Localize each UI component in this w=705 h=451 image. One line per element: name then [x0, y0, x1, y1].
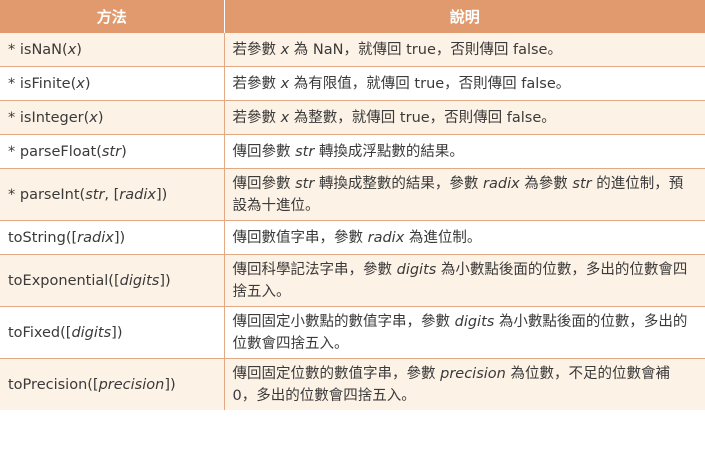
description-cell: 傳回固定位數的數值字串，參數 precision 為位數，不足的位數會補 0，多… — [224, 358, 705, 410]
header-description: 說明 — [224, 0, 705, 33]
param-name: x — [67, 41, 77, 58]
description-cell: 若參數 x 為 NaN，就傳回 true，否則傳回 false。 — [224, 33, 705, 67]
text-segment: 為 NaN，就傳回 true，否則傳回 false。 — [289, 41, 562, 58]
text-segment: * isInteger( — [8, 109, 90, 126]
text-segment: ]) — [159, 272, 171, 289]
text-segment: ) — [97, 109, 104, 126]
text-segment: 為有限值，就傳回 true，否則傳回 false。 — [289, 75, 571, 92]
param-name: str — [85, 186, 105, 203]
text-segment: 為進位制。 — [404, 229, 482, 246]
text-segment: 傳回參數 — [232, 175, 296, 192]
text-segment: 若參數 — [232, 75, 281, 92]
text-segment: * isFinite( — [8, 75, 77, 92]
methods-table: 方法 說明 * isNaN(x) 若參數 x 為 NaN，就傳回 true，否則… — [0, 0, 705, 410]
param-name: digits — [71, 324, 112, 341]
method-cell: * parseFloat(str) — [0, 134, 225, 169]
description-cell: 傳回參數 str 轉換成浮點數的結果。 — [224, 134, 705, 169]
header-method: 方法 — [0, 0, 225, 33]
description-cell: 傳回參數 str 轉換成整數的結果，參數 radix 為參數 str 的進位制，… — [224, 168, 705, 221]
method-cell: * parseInt(str, [radix]) — [0, 168, 225, 221]
table-row: * isInteger(x) 若參數 x 為整數，就傳回 true，否則傳回 f… — [0, 100, 705, 135]
text-segment: 轉換成整數的結果，參數 — [314, 175, 484, 192]
text-segment: ) — [76, 41, 82, 58]
text-segment: * parseInt( — [8, 186, 86, 203]
param-name: digits — [119, 272, 160, 289]
text-segment: ) — [121, 143, 127, 160]
text-segment: 為參數 — [519, 175, 573, 192]
param-name: str — [295, 143, 315, 160]
param-name: x — [76, 75, 85, 92]
param-name: x — [280, 41, 290, 58]
table-row: * parseFloat(str) 傳回參數 str 轉換成浮點數的結果。 — [0, 134, 705, 169]
param-name: x — [280, 75, 290, 92]
text-segment: * isNaN( — [8, 41, 68, 58]
param-name: radix — [119, 186, 156, 203]
text-segment: toFixed([ — [8, 324, 72, 341]
text-segment: 轉換成浮點數的結果。 — [314, 143, 464, 160]
param-name: str — [572, 175, 592, 192]
table-row: * parseInt(str, [radix]) 傳回參數 str 轉換成整數的… — [0, 168, 705, 221]
param-name: x — [89, 109, 98, 126]
table-row: toPrecision([precision]) 傳回固定位數的數值字串，參數 … — [0, 358, 705, 410]
param-name: radix — [483, 175, 520, 192]
text-segment: 傳回科學記法字串，參數 — [232, 261, 397, 278]
param-name: radix — [77, 229, 114, 246]
method-cell: * isInteger(x) — [0, 100, 225, 135]
description-cell: 傳回科學記法字串，參數 digits 為小數點後面的位數，多出的位數會四捨五入。 — [224, 254, 705, 307]
method-cell: toExponential([digits]) — [0, 254, 225, 307]
table-row: * isNaN(x) 若參數 x 為 NaN，就傳回 true，否則傳回 fal… — [0, 33, 705, 67]
text-segment: toExponential([ — [8, 272, 120, 289]
param-name: digits — [454, 313, 495, 330]
text-segment: 傳回數值字串，參數 — [232, 229, 368, 246]
text-segment: , [ — [104, 186, 120, 203]
text-segment: toString([ — [8, 229, 78, 246]
description-cell: 若參數 x 為整數，就傳回 true，否則傳回 false。 — [224, 100, 705, 135]
text-segment: 若參數 — [232, 109, 281, 126]
text-segment: * parseFloat( — [8, 143, 102, 160]
table-row: toFixed([digits]) 傳回固定小數點的數值字串，參數 digits… — [0, 306, 705, 359]
text-segment: 為整數，就傳回 true，否則傳回 false。 — [289, 109, 556, 126]
method-cell: toPrecision([precision]) — [0, 358, 225, 410]
method-cell: toFixed([digits]) — [0, 306, 225, 359]
table-row: * isFinite(x) 若參數 x 為有限值，就傳回 true，否則傳回 f… — [0, 66, 705, 101]
table-header-row: 方法 說明 — [0, 0, 705, 33]
text-segment: 若參數 — [232, 41, 281, 58]
param-name: precision — [98, 376, 165, 393]
text-segment: ]) — [155, 186, 168, 203]
table-row: toExponential([digits]) 傳回科學記法字串，參數 digi… — [0, 254, 705, 307]
param-name: digits — [396, 261, 437, 278]
param-name: x — [280, 109, 290, 126]
text-segment: 傳回參數 — [232, 143, 296, 160]
text-segment: ]) — [113, 229, 126, 246]
text-segment: 傳回固定小數點的數值字串，參數 — [232, 313, 455, 330]
param-name: str — [295, 175, 315, 192]
text-segment: 傳回固定位數的數值字串，參數 — [232, 365, 441, 382]
text-segment: ) — [84, 75, 91, 92]
table-row: toString([radix]) 傳回數值字串，參數 radix 為進位制。 — [0, 220, 705, 255]
param-name: precision — [440, 365, 506, 382]
description-cell: 傳回數值字串，參數 radix 為進位制。 — [224, 220, 705, 255]
method-cell: * isNaN(x) — [0, 33, 225, 67]
method-cell: toString([radix]) — [0, 220, 225, 255]
text-segment: ]) — [164, 376, 176, 393]
description-cell: 若參數 x 為有限值，就傳回 true，否則傳回 false。 — [224, 66, 705, 101]
text-segment: toPrecision([ — [8, 376, 99, 393]
method-cell: * isFinite(x) — [0, 66, 225, 101]
text-segment: ]) — [111, 324, 123, 341]
param-name: str — [101, 143, 122, 160]
param-name: radix — [367, 229, 405, 246]
description-cell: 傳回固定小數點的數值字串，參數 digits 為小數點後面的位數，多出的位數會四… — [224, 306, 705, 359]
